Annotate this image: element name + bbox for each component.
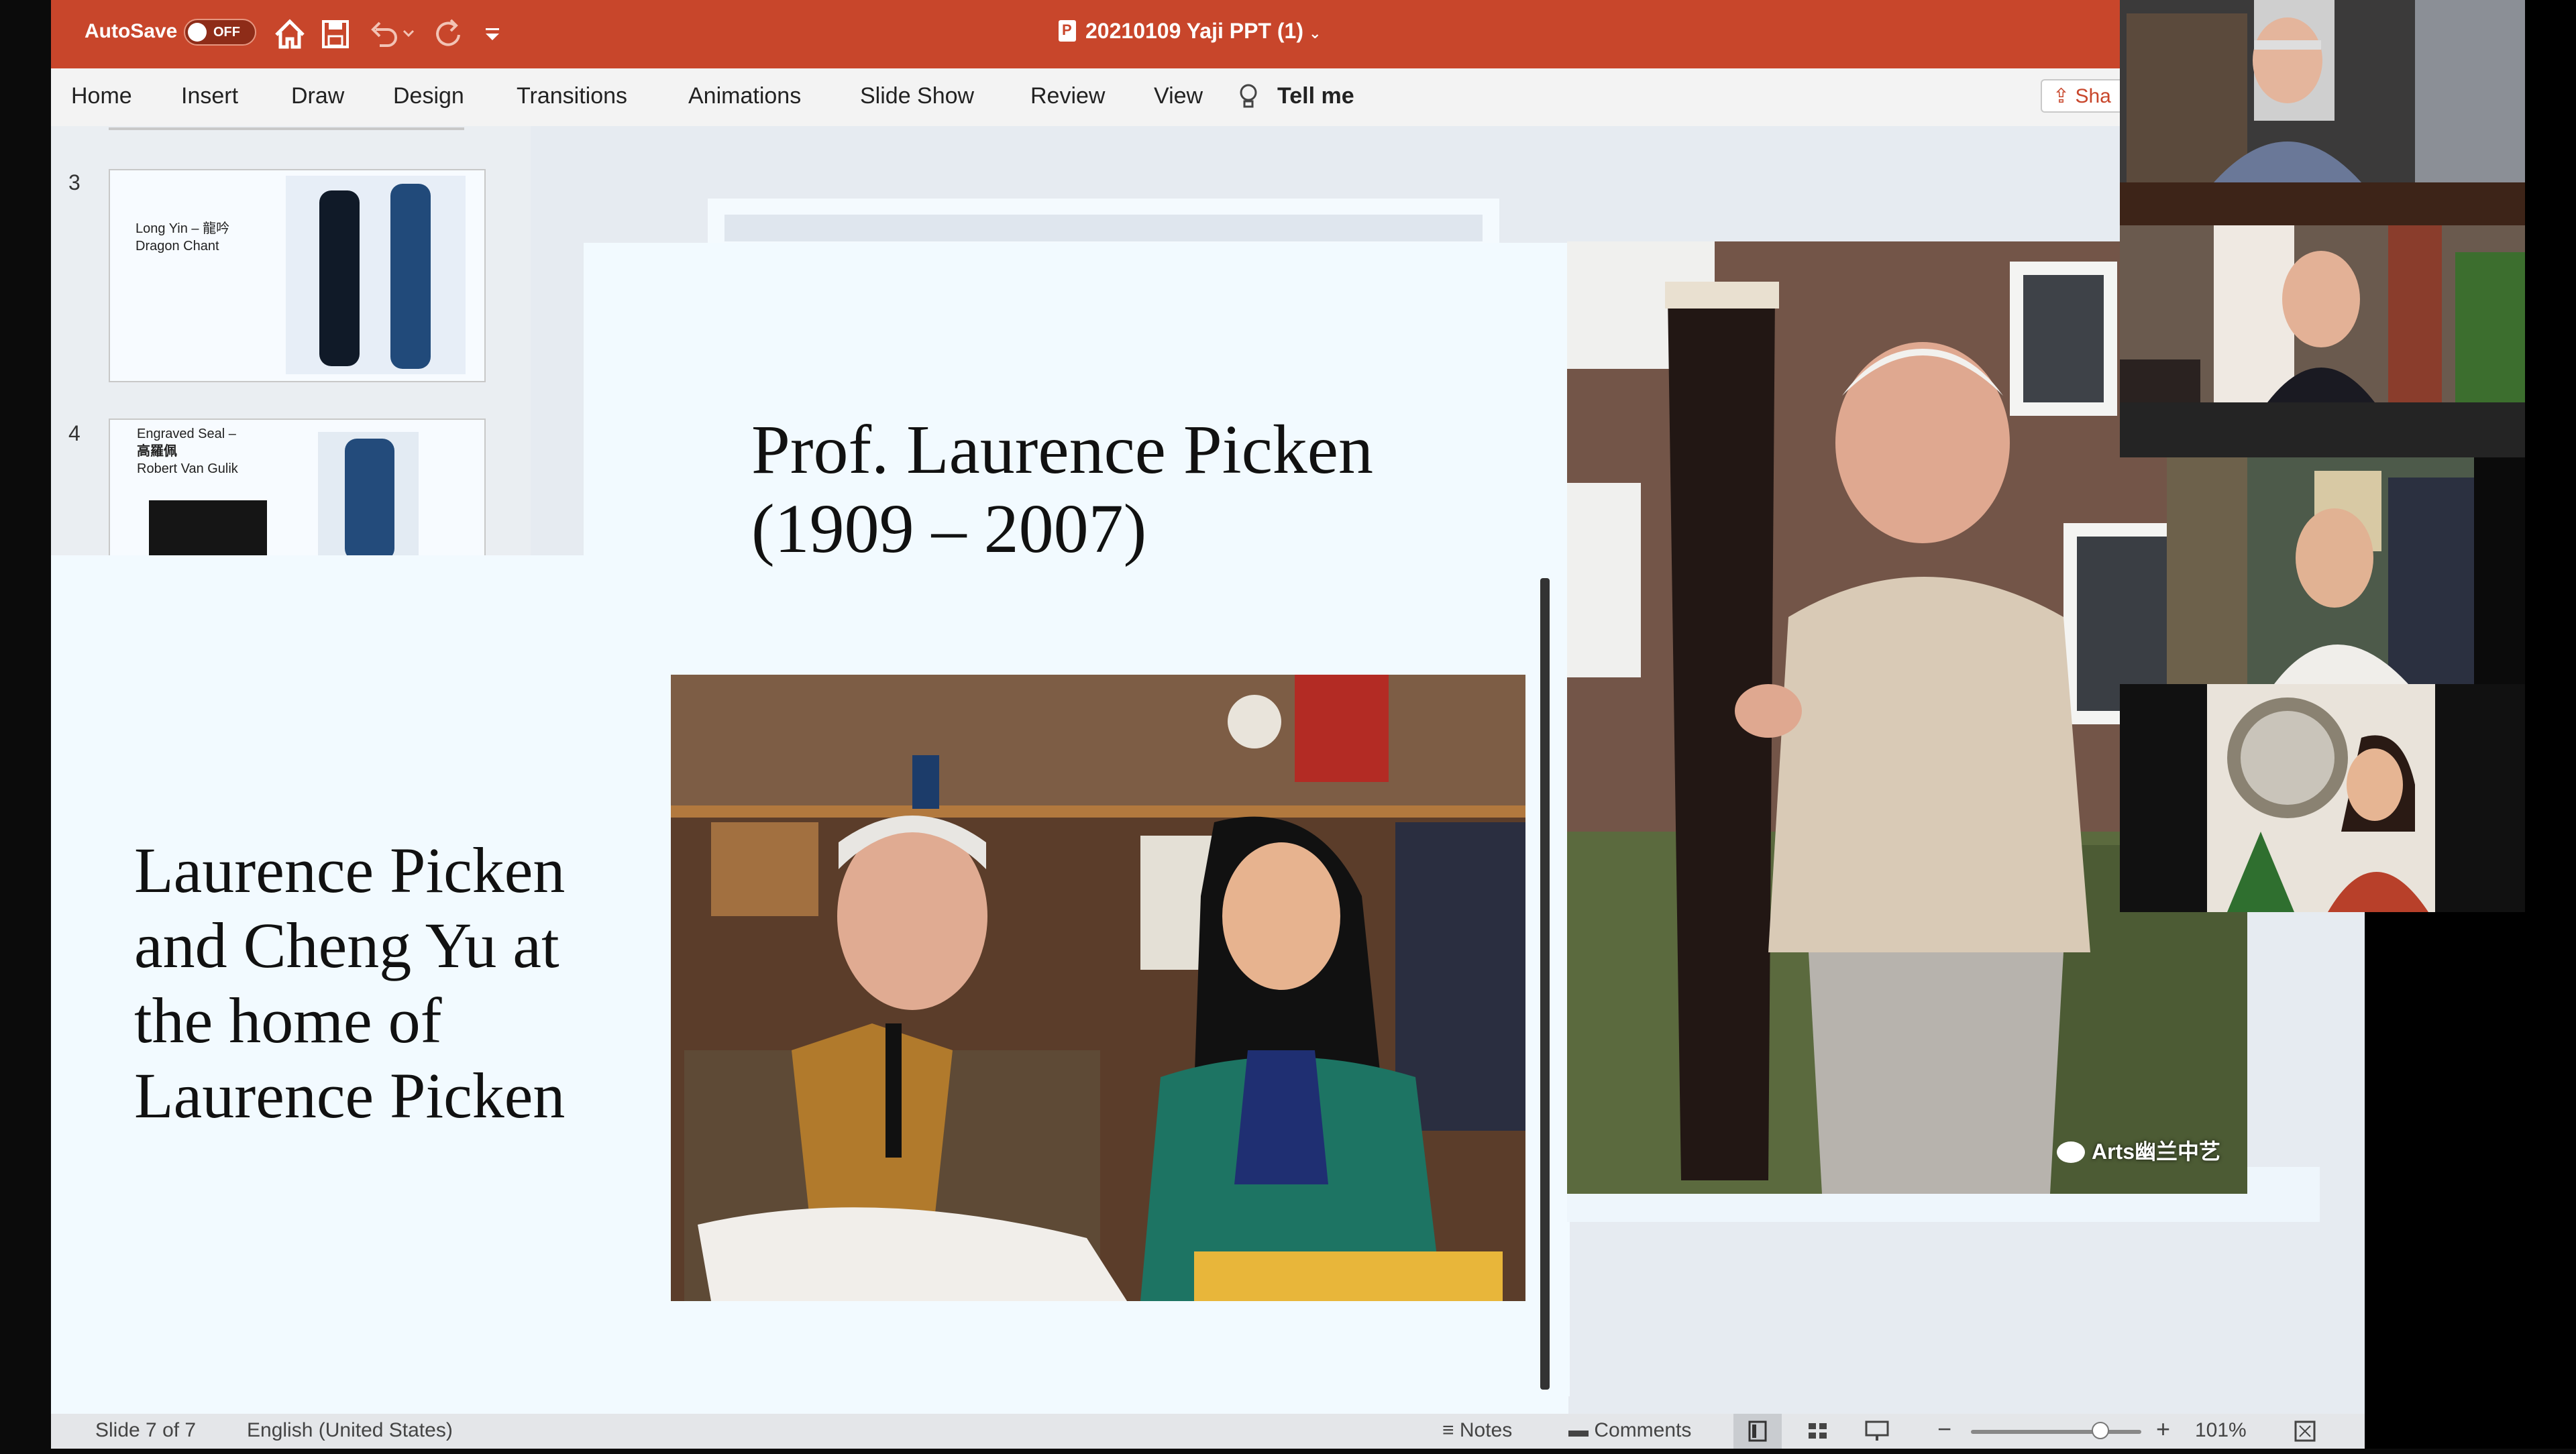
slide-header-band-inner xyxy=(724,215,1483,241)
video-tile-participant-2[interactable] xyxy=(2120,225,2525,402)
tab-home[interactable]: Home xyxy=(71,83,132,109)
undo-dropdown-icon[interactable] xyxy=(400,15,417,52)
thumbnail-number: 4 xyxy=(68,421,80,445)
slide-indicator[interactable]: Slide 7 of 7 xyxy=(95,1419,196,1442)
slide-title-line: Prof. Laurence Picken xyxy=(751,411,1373,488)
normal-view-icon xyxy=(1748,1420,1767,1442)
caption-line: Laurence Picken xyxy=(134,1060,566,1131)
customize-icon[interactable] xyxy=(480,15,504,52)
zoom-level[interactable]: 101% xyxy=(2195,1419,2247,1442)
share-icon: ⇪ xyxy=(2053,85,2070,107)
previous-thumbnail-edge xyxy=(109,127,464,130)
undo-icon[interactable] xyxy=(366,15,401,52)
notes-label: Notes xyxy=(1459,1419,1513,1441)
tab-transitions[interactable]: Transitions xyxy=(517,83,627,109)
thumbnail-line: Dragon Chant xyxy=(136,239,219,254)
slide-title[interactable]: Prof. Laurence Picken (1909 – 2007) xyxy=(751,410,1373,569)
seal-photo-thumbnail xyxy=(149,500,267,559)
status-bar: Slide 7 of 7 English (United States) ≡ N… xyxy=(51,1414,2365,1449)
lightbulb-icon xyxy=(1240,84,1257,108)
normal-view-button[interactable] xyxy=(1733,1414,1782,1449)
video-tile-divider xyxy=(2120,182,2525,225)
autosave-toggle[interactable]: OFF xyxy=(184,19,256,46)
video-tile-background xyxy=(2120,684,2207,912)
ribbon-tabs: Home Insert Draw Design Transitions Anim… xyxy=(51,68,2135,127)
title-bar: AutoSave OFF 20210109 Yaji PPT (1) ⌄ xyxy=(51,0,2120,68)
comments-label: Comments xyxy=(1594,1419,1692,1441)
tab-review[interactable]: Review xyxy=(1030,83,1105,109)
caption-line: and Cheng Yu at xyxy=(134,909,559,981)
qin-shape xyxy=(319,190,360,366)
tab-draw[interactable]: Draw xyxy=(291,83,344,109)
slide-title-line: (1909 – 2007) xyxy=(751,490,1147,567)
video-tile-divider xyxy=(2120,402,2525,457)
autosave-state: OFF xyxy=(213,25,240,40)
tell-me-search[interactable]: Tell me xyxy=(1277,83,1354,109)
screen-black-region xyxy=(2365,912,2576,1449)
video-tile-background xyxy=(2435,684,2525,912)
tab-animations[interactable]: Animations xyxy=(688,83,801,109)
thumbnail-line: Robert Van Gulik xyxy=(137,461,238,476)
thumbnail-number: 3 xyxy=(68,170,80,194)
zoom-in-button[interactable]: + xyxy=(2156,1415,2170,1443)
zoom-slider[interactable] xyxy=(1971,1430,2141,1434)
thumbnail-line: 高羅佩 xyxy=(137,444,177,459)
thumbnail-line: Long Yin – 龍吟 xyxy=(136,221,230,236)
share-label: Sha xyxy=(2075,85,2111,107)
qin-shape xyxy=(390,184,431,369)
zoom-slider-thumb[interactable] xyxy=(2092,1422,2110,1439)
tab-view[interactable]: View xyxy=(1154,83,1203,109)
reading-view-icon[interactable] xyxy=(1857,1414,1897,1449)
slide-caption[interactable]: Laurence Picken and Cheng Yu at the home… xyxy=(134,833,565,1133)
wechat-icon xyxy=(2056,1141,2085,1163)
tab-insert[interactable]: Insert xyxy=(181,83,238,109)
comments-button[interactable]: ▬ Comments xyxy=(1568,1419,1691,1442)
video-tile-participant-4[interactable] xyxy=(2207,684,2435,912)
photo-picken-and-cheng-yu[interactable] xyxy=(671,675,1525,1301)
caption-line: the home of xyxy=(134,985,442,1056)
thumbnail-text: Long Yin – 龍吟 Dragon Chant xyxy=(136,220,229,255)
tab-design[interactable]: Design xyxy=(393,83,464,109)
toggle-knob xyxy=(188,23,207,42)
save-icon[interactable] xyxy=(318,15,353,52)
redo-icon[interactable] xyxy=(431,15,466,52)
notes-button[interactable]: ≡ Notes xyxy=(1442,1419,1512,1442)
powerpoint-file-icon xyxy=(1059,20,1076,42)
vertical-scrollbar[interactable] xyxy=(1540,578,1550,1390)
tab-slide-show[interactable]: Slide Show xyxy=(860,83,974,109)
document-title-text: 20210109 Yaji PPT (1) xyxy=(1085,19,1303,43)
video-tile-participant-3[interactable] xyxy=(2167,457,2474,684)
zoom-out-button[interactable]: − xyxy=(1937,1415,1951,1443)
document-title[interactable]: 20210109 Yaji PPT (1) ⌄ xyxy=(1059,19,1321,44)
qin-photo-thumbnail xyxy=(286,176,466,374)
chevron-down-icon: ⌄ xyxy=(1308,25,1322,42)
home-icon[interactable] xyxy=(272,15,307,52)
qin-shape xyxy=(345,439,394,559)
thumbnail-text: Engraved Seal – 高羅佩 Robert Van Gulik xyxy=(137,425,238,478)
autosave-label: AutoSave xyxy=(85,20,178,42)
qin-photo-thumbnail xyxy=(318,432,419,559)
watermark-text: Arts幽兰中艺 xyxy=(2091,1139,2220,1164)
language-indicator[interactable]: English (United States) xyxy=(247,1419,453,1442)
watermark: Arts幽兰中艺 xyxy=(2056,1135,2220,1166)
caption-line: Laurence Picken xyxy=(134,834,566,906)
slide-thumbnail-4[interactable]: Engraved Seal – 高羅佩 Robert Van Gulik xyxy=(109,418,486,559)
notes-icon: ≡ xyxy=(1442,1419,1460,1441)
slide-thumbnail-3[interactable]: Long Yin – 龍吟 Dragon Chant xyxy=(109,169,486,382)
thumbnail-line: Engraved Seal – xyxy=(137,427,236,441)
comment-icon: ▬ xyxy=(1568,1419,1595,1441)
slide-sorter-icon[interactable] xyxy=(1798,1414,1838,1449)
video-tile-participant-1[interactable] xyxy=(2120,0,2525,182)
fit-to-window-icon[interactable] xyxy=(2285,1414,2325,1449)
